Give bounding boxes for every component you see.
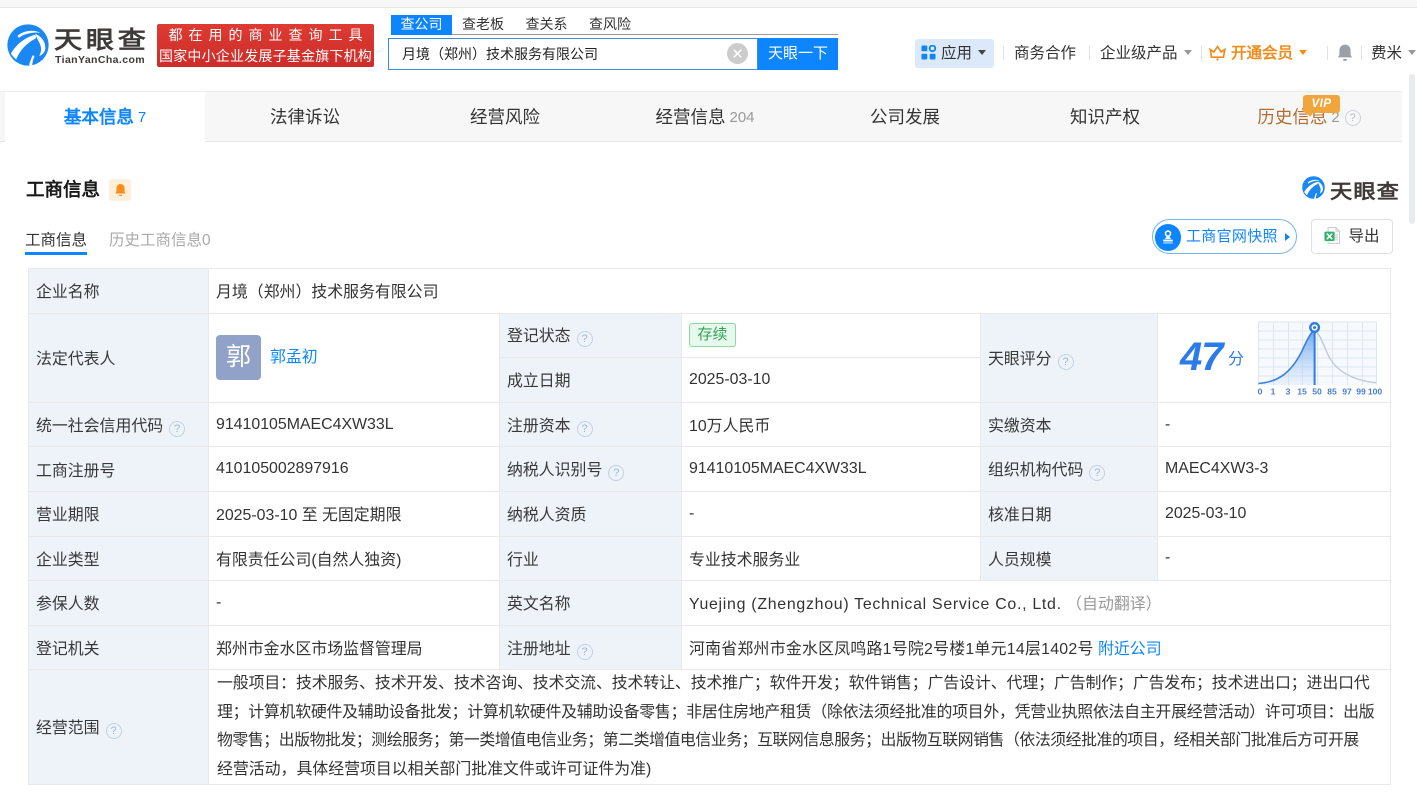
svg-text:15: 15 [1297,386,1307,396]
svg-text:97: 97 [1342,386,1352,396]
svg-text:85: 85 [1327,386,1337,396]
svg-text:1: 1 [1271,386,1276,396]
svg-text:3: 3 [1286,386,1291,396]
svg-text:99: 99 [1356,386,1366,396]
svg-text:100: 100 [1368,386,1382,396]
svg-text:0: 0 [1258,386,1263,396]
svg-text:50: 50 [1312,386,1322,396]
